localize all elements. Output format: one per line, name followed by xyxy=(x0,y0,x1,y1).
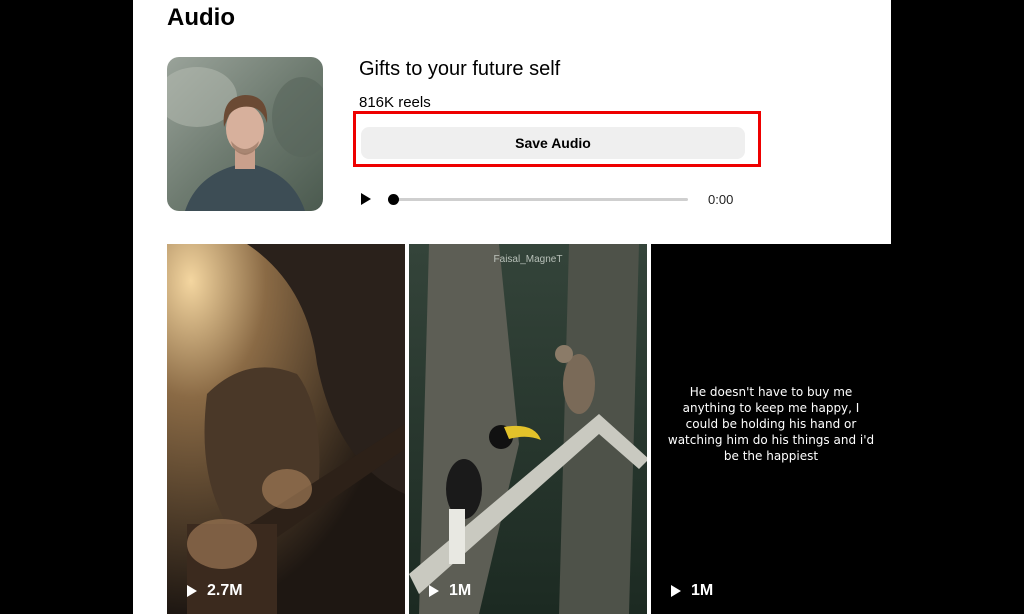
reel-thumbnail[interactable]: Faisal_MagneT 1M xyxy=(409,244,647,614)
view-count-label: 1M xyxy=(449,582,472,599)
view-count-label: 2.7M xyxy=(207,582,243,599)
view-count: 2.7M xyxy=(185,582,243,600)
audio-title: Gifts to your future self xyxy=(359,58,561,80)
save-audio-button[interactable]: Save Audio xyxy=(361,127,745,159)
time-label: 0:00 xyxy=(708,192,734,207)
reel-caption: He doesn't have to buy me anything to ke… xyxy=(667,385,875,463)
reel-thumbnail-image xyxy=(167,244,405,614)
play-icon xyxy=(671,585,681,597)
watermark-label: Faisal_MagneT xyxy=(493,254,563,265)
reel-thumbnail[interactable]: 2.7M xyxy=(167,244,405,614)
play-icon xyxy=(187,585,197,597)
view-count: 1M xyxy=(669,582,713,600)
play-icon[interactable] xyxy=(359,192,373,206)
audio-progress-bar[interactable] xyxy=(388,194,688,205)
reel-count: 816K reels xyxy=(359,94,431,111)
view-count: 1M xyxy=(427,582,471,600)
reel-thumbnail-image xyxy=(409,244,647,614)
audio-page: Audio Gifts to your future self 816K ree… xyxy=(133,0,891,614)
progress-thumb[interactable] xyxy=(388,194,399,205)
play-icon xyxy=(429,585,439,597)
view-count-label: 1M xyxy=(691,582,714,599)
reel-thumbnail[interactable]: He doesn't have to buy me anything to ke… xyxy=(651,244,891,614)
page-title: Audio xyxy=(167,4,235,31)
audio-cover-image xyxy=(167,57,323,211)
